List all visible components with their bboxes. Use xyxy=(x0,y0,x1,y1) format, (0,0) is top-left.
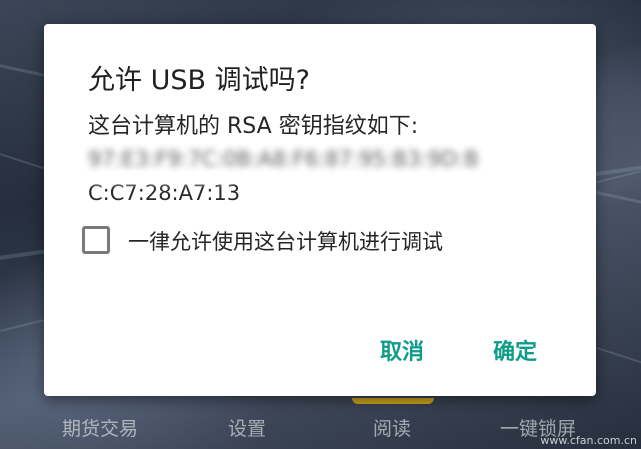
dialog-message: 这台计算机的 RSA 密钥指纹如下: xyxy=(88,114,419,139)
usb-debugging-dialog: 允许 USB 调试吗? 这台计算机的 RSA 密钥指纹如下: 97:E3:F9:… xyxy=(44,24,596,396)
dock-app-reading-label[interactable]: 阅读 xyxy=(373,414,411,441)
fingerprint-blur-mask xyxy=(84,172,234,184)
dock-app-futures-label[interactable]: 期货交易 xyxy=(62,414,138,441)
rsa-fingerprint-visible: C:C7:28:A7:13 xyxy=(88,181,241,205)
site-watermark: www.cfan.com.cn xyxy=(540,434,637,447)
dock-app-settings-label[interactable]: 设置 xyxy=(228,414,266,441)
always-allow-label[interactable]: 一律允许使用这台计算机进行调试 xyxy=(128,226,443,256)
rsa-fingerprint-blurred: 97:E3:F9:7C:0B:A8:F6:87:95:B3:9D:B xyxy=(88,147,479,171)
always-allow-checkbox[interactable] xyxy=(82,226,110,254)
ok-button[interactable]: 确定 xyxy=(487,330,543,370)
home-screen-background: 期货交易 设置 阅读 一键锁屏 允许 USB 调试吗? 这台计算机的 RSA 密… xyxy=(0,0,641,449)
app-icon-edge xyxy=(352,398,434,404)
dialog-title: 允许 USB 调试吗? xyxy=(88,65,310,96)
cancel-button[interactable]: 取消 xyxy=(374,330,430,370)
